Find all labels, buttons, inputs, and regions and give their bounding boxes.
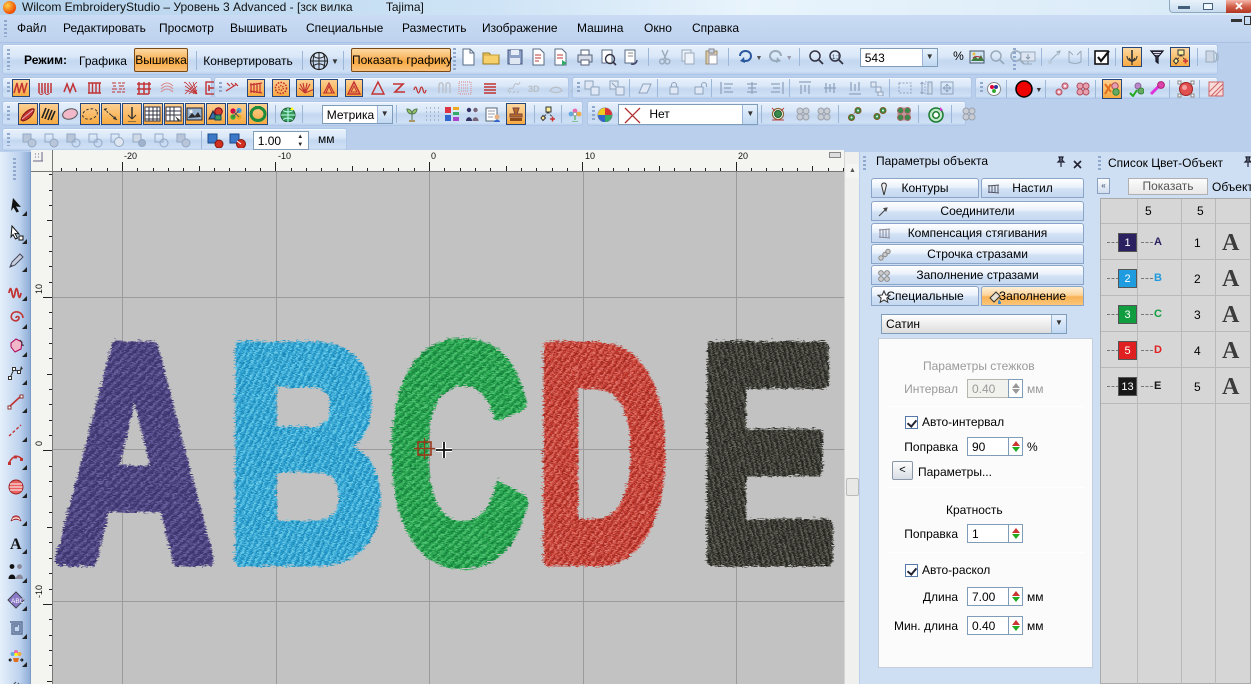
svg-text:A: A [53,279,213,623]
svg-text:C: C [386,279,527,624]
svg-text:ABC: ABC [11,598,25,605]
svg-text:B: B [223,280,384,625]
svg-text:1:1: 1:1 [832,55,841,61]
svg-text:3D: 3D [528,84,540,94]
svg-text:A: A [10,536,22,552]
svg-text:E: E [696,279,835,623]
svg-text:D: D [533,280,668,624]
